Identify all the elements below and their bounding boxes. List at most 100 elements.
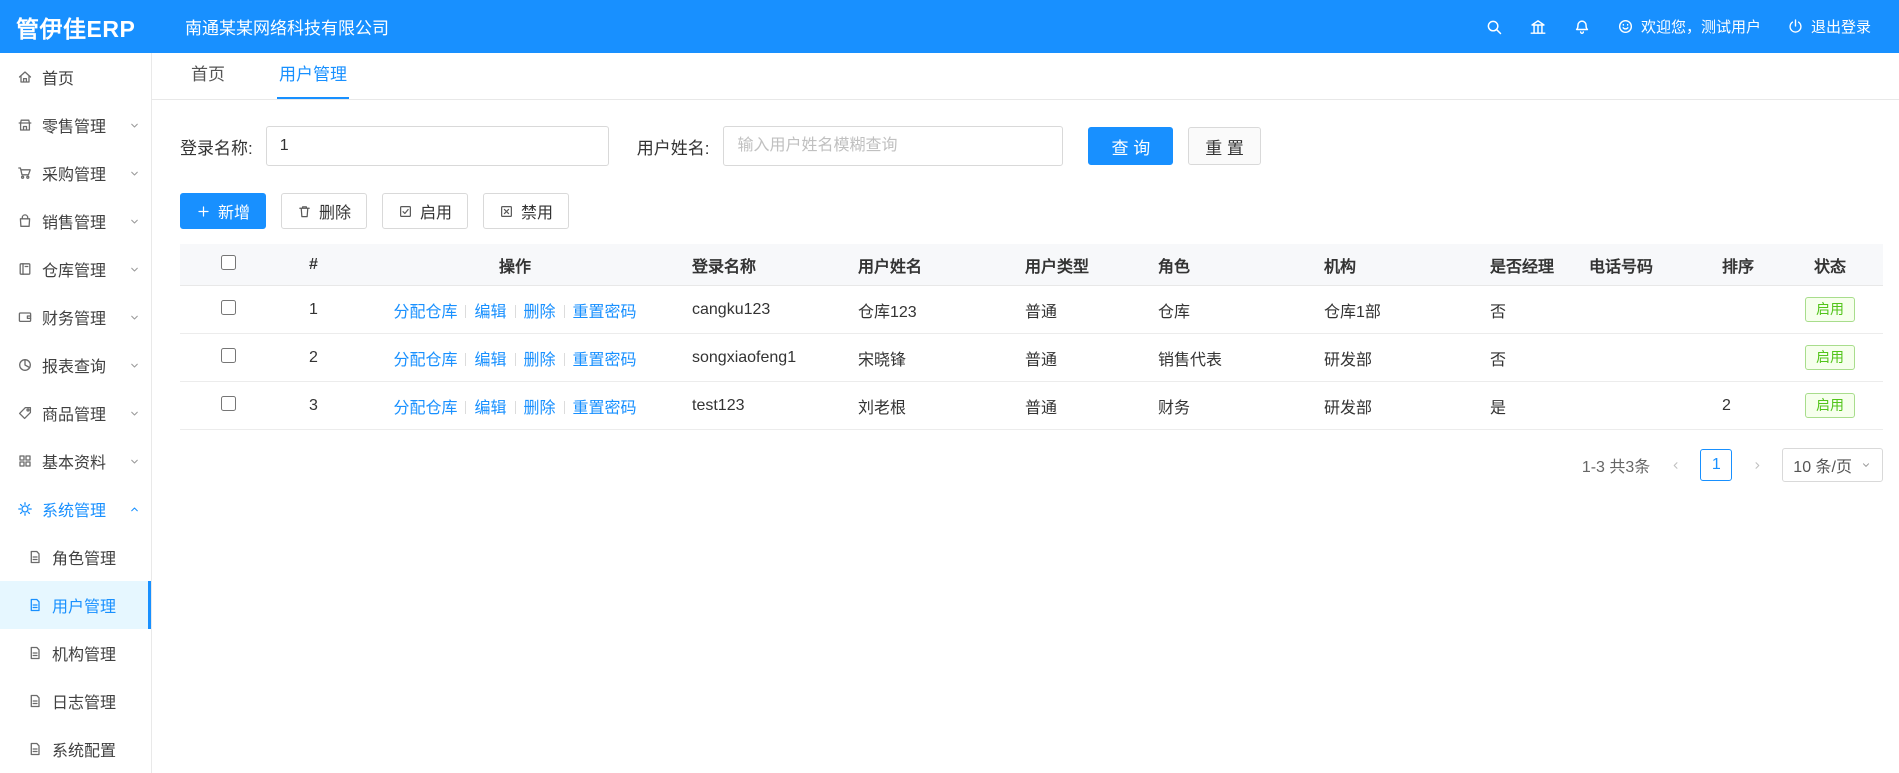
- sidebar-item-label: 基本资料: [42, 455, 107, 472]
- status-badge[interactable]: 启用: [1805, 393, 1855, 418]
- sidebar-item-home[interactable]: 首页: [0, 53, 151, 101]
- user-name-cell: 宋晓锋: [846, 333, 1013, 382]
- status-badge[interactable]: 启用: [1805, 297, 1855, 322]
- chevron-right-icon: [1751, 459, 1764, 472]
- edit-link[interactable]: 编辑: [474, 304, 506, 321]
- login-name-cell: cangku123: [680, 285, 846, 334]
- row-index: 3: [277, 381, 350, 430]
- status-badge[interactable]: 启用: [1805, 345, 1855, 370]
- greeting-text: 欢迎您，测试用户: [1640, 19, 1761, 36]
- user-greeting[interactable]: 欢迎您，测试用户: [1617, 16, 1761, 37]
- gear-icon: [17, 501, 33, 517]
- login-name-input[interactable]: [265, 126, 609, 166]
- sidebar-item-purchase[interactable]: 采购管理: [0, 149, 151, 197]
- sidebar-item-label: 财务管理: [42, 311, 107, 328]
- user-name-label: 用户姓名:: [636, 138, 710, 158]
- separator: [514, 400, 516, 414]
- smile-icon: [1617, 18, 1634, 35]
- col-actions: 操作: [350, 244, 680, 286]
- reset-password-link[interactable]: 重置密码: [573, 400, 637, 417]
- sidebar-item-sales[interactable]: 销售管理: [0, 197, 151, 245]
- table-row: 3 分配仓库 编辑 删除 重置密码 test123 刘老根 普通 财务 研发部 是 2…: [180, 381, 1883, 430]
- sort-cell: [1710, 333, 1777, 382]
- select-all-checkbox[interactable]: [221, 254, 236, 270]
- sidebar-item-label: 机构管理: [52, 647, 117, 664]
- tab-user-management[interactable]: 用户管理: [277, 60, 349, 99]
- document-icon: [27, 597, 43, 613]
- search-button[interactable]: 查 询: [1088, 127, 1174, 165]
- row-actions: 分配仓库 编辑 删除 重置密码: [350, 285, 680, 334]
- delete-link[interactable]: 删除: [524, 400, 556, 417]
- col-login-name: 登录名称: [680, 244, 846, 286]
- power-icon: [1787, 18, 1804, 35]
- add-button[interactable]: 新增: [180, 193, 267, 229]
- phone-cell: [1577, 333, 1710, 382]
- row-checkbox[interactable]: [221, 395, 236, 411]
- sidebar-item-retail[interactable]: 零售管理: [0, 101, 151, 149]
- row-checkbox[interactable]: [221, 299, 236, 315]
- role-cell: 仓库: [1146, 285, 1312, 334]
- edit-link[interactable]: 编辑: [474, 352, 506, 369]
- assign-warehouse-link[interactable]: 分配仓库: [393, 352, 457, 369]
- sidebar-item-system-config[interactable]: 系统配置: [0, 725, 151, 773]
- sidebar-item-basic-data[interactable]: 基本资料: [0, 437, 151, 485]
- reset-password-link[interactable]: 重置密码: [573, 352, 637, 369]
- logout-button[interactable]: 退出登录: [1787, 16, 1871, 37]
- sidebar-item-finance[interactable]: 财务管理: [0, 293, 151, 341]
- col-org: 机构: [1312, 244, 1478, 286]
- bank-icon[interactable]: [1529, 18, 1547, 36]
- login-name-label: 登录名称:: [180, 138, 253, 158]
- sidebar-item-warehouse[interactable]: 仓库管理: [0, 245, 151, 293]
- login-name-cell: songxiaofeng1: [680, 333, 846, 382]
- delete-button[interactable]: 删除: [281, 193, 368, 229]
- reset-button[interactable]: 重 置: [1188, 127, 1261, 165]
- sidebar-item-products[interactable]: 商品管理: [0, 389, 151, 437]
- sidebar-item-label: 日志管理: [52, 695, 117, 712]
- next-page-button[interactable]: [1742, 450, 1772, 480]
- delete-link[interactable]: 删除: [524, 352, 556, 369]
- sort-cell: [1710, 285, 1777, 334]
- edit-link[interactable]: 编辑: [474, 400, 506, 417]
- disable-button[interactable]: 禁用: [483, 193, 570, 229]
- user-type-cell: 普通: [1013, 285, 1146, 334]
- page-size-select[interactable]: 10 条/页: [1782, 448, 1883, 482]
- page-content: 登录名称: 用户姓名: 查 询 重 置 新增 删除 启用: [152, 100, 1899, 773]
- sidebar-item-org-management[interactable]: 机构管理: [0, 629, 151, 677]
- home-icon: [17, 69, 33, 85]
- delete-link[interactable]: 删除: [524, 304, 556, 321]
- sidebar-item-log-management[interactable]: 日志管理: [0, 677, 151, 725]
- prev-page-button[interactable]: [1660, 450, 1690, 480]
- enable-button[interactable]: 启用: [382, 193, 469, 229]
- col-phone: 电话号码: [1577, 244, 1710, 286]
- sidebar-item-label: 销售管理: [42, 215, 107, 232]
- sidebar-item-label: 角色管理: [52, 551, 117, 568]
- separator: [465, 400, 467, 414]
- search-icon[interactable]: [1485, 18, 1503, 36]
- org-cell: 研发部: [1312, 381, 1478, 430]
- assign-warehouse-link[interactable]: 分配仓库: [393, 304, 457, 321]
- topbar-actions: 欢迎您，测试用户 退出登录: [1485, 16, 1899, 37]
- tab-home[interactable]: 首页: [189, 60, 227, 99]
- warehouse-icon: [17, 261, 33, 277]
- row-checkbox[interactable]: [221, 347, 236, 363]
- chevron-left-icon: [1669, 459, 1682, 472]
- separator: [465, 352, 467, 366]
- sidebar-item-system[interactable]: 系统管理: [0, 485, 151, 533]
- reset-password-link[interactable]: 重置密码: [573, 304, 637, 321]
- table-row: 1 分配仓库 编辑 删除 重置密码 cangku123 仓库123 普通 仓库 仓库1…: [180, 285, 1883, 334]
- sidebar-item-label: 用户管理: [52, 599, 117, 616]
- user-name-input[interactable]: [723, 126, 1064, 166]
- assign-warehouse-link[interactable]: 分配仓库: [393, 400, 457, 417]
- sidebar-item-user-management[interactable]: 用户管理: [0, 581, 151, 629]
- sidebar-item-role-management[interactable]: 角色管理: [0, 533, 151, 581]
- pagination: 1-3 共3条 1 10 条/页: [180, 448, 1883, 482]
- bell-icon[interactable]: [1573, 18, 1591, 36]
- chevron-down-icon: [128, 263, 141, 276]
- col-user-name: 用户姓名: [846, 244, 1013, 286]
- current-page[interactable]: 1: [1700, 449, 1733, 481]
- main-area: 首页 用户管理 登录名称: 用户姓名: 查 询 重 置 新增: [152, 53, 1899, 773]
- company-name: 南通某某网络科技有限公司: [185, 19, 389, 38]
- sort-cell: 2: [1710, 381, 1777, 430]
- sidebar-item-reports[interactable]: 报表查询: [0, 341, 151, 389]
- org-cell: 仓库1部: [1312, 285, 1478, 334]
